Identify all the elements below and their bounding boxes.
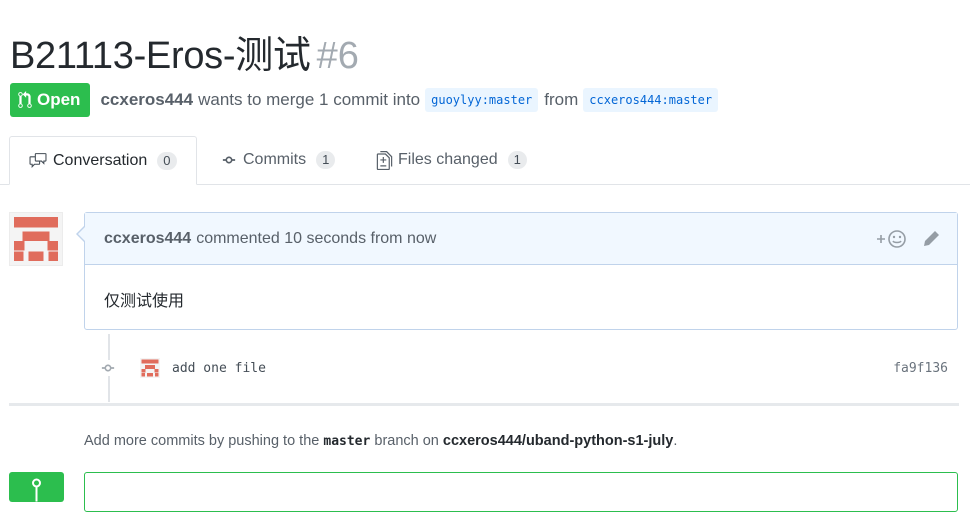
tab-counter: 0: [157, 151, 177, 170]
pr-tabs: Conversation 0 Commits 1 Files changed 1: [0, 136, 970, 185]
comment-author-link[interactable]: ccxeros444: [104, 230, 191, 248]
help-repo: ccxeros444/uband-python-s1-july: [442, 433, 674, 449]
tab-counter: 1: [316, 151, 336, 169]
commit-row: add one file fa9f136: [100, 356, 958, 380]
git-commit-icon: [100, 360, 116, 376]
comment-body: 仅测试使用: [104, 293, 185, 310]
pr-author-link[interactable]: ccxeros444: [100, 90, 193, 110]
pr-title: B21113-Eros-测试: [10, 35, 311, 77]
state-label: Open: [37, 90, 81, 109]
tab-label: Commits: [243, 151, 307, 168]
commit-avatar[interactable]: [140, 358, 160, 378]
tab-label: Conversation: [53, 151, 148, 169]
git-commit-icon: [222, 156, 236, 164]
base-branch[interactable]: guoylyy:master: [425, 88, 539, 112]
pencil-icon[interactable]: [921, 229, 941, 249]
merge-text: wants to merge 1 commit into: [198, 90, 421, 109]
comment: ccxeros444 commented 10 seconds from now…: [76, 212, 958, 330]
tab-counter: 1: [507, 151, 527, 169]
merge-box: [84, 472, 958, 512]
help-middle: branch on: [374, 433, 439, 449]
commit-message-link[interactable]: add one file: [172, 361, 266, 376]
tab-files-changed[interactable]: Files changed 1: [376, 136, 527, 184]
timeline-separator: [9, 403, 959, 406]
help-prefix: Add more commits by pushing to the: [84, 433, 320, 449]
tab-conversation[interactable]: Conversation 0: [9, 136, 197, 185]
from-text: from: [544, 90, 579, 109]
avatar[interactable]: [9, 212, 63, 266]
file-diff-icon: [376, 150, 393, 170]
head-branch[interactable]: ccxeros444:master: [583, 88, 719, 112]
pr-number: #6: [316, 35, 359, 77]
state-badge: Open: [10, 83, 91, 117]
commit-sha-link[interactable]: fa9f136: [893, 361, 948, 376]
comment-timestamp[interactable]: commented 10 seconds from now: [196, 230, 436, 248]
identicon: [14, 217, 58, 261]
help-branch: master: [323, 434, 371, 449]
comment-header: ccxeros444 commented 10 seconds from now: [85, 213, 957, 265]
push-help-text: Add more commits by pushing to the maste…: [84, 433, 677, 449]
tab-commits[interactable]: Commits 1: [220, 136, 336, 184]
pr-title-row: B21113-Eros-测试 #6: [10, 24, 359, 79]
help-suffix: .: [673, 433, 678, 449]
comment-actions: [875, 229, 941, 249]
git-pull-request-icon: [18, 91, 32, 108]
pr-meta: Open ccxeros444 wants to merge 1 commit …: [10, 83, 719, 117]
add-reaction-icon[interactable]: [875, 229, 909, 249]
comment-discussion-icon: [29, 153, 47, 168]
merge-status-icon: [9, 472, 64, 502]
tab-label: Files changed: [398, 151, 498, 168]
